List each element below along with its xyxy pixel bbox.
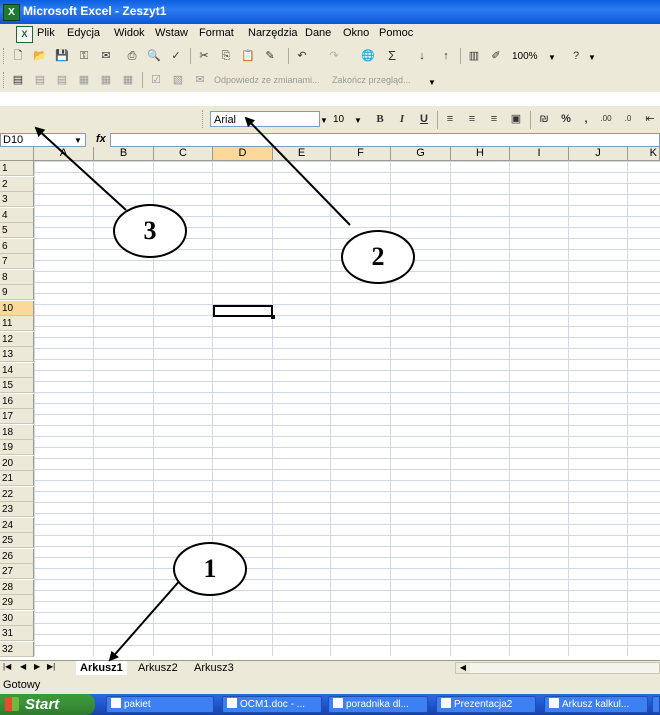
callout-2: 2: [341, 230, 415, 284]
callout-3: 3: [113, 204, 187, 258]
callout-1: 1: [173, 542, 247, 596]
callout-2-arrow: [244, 116, 351, 226]
callout-1-arrow: [108, 577, 183, 662]
callout-3-arrow: [34, 126, 127, 211]
annotation-arrows: [34, 116, 351, 662]
